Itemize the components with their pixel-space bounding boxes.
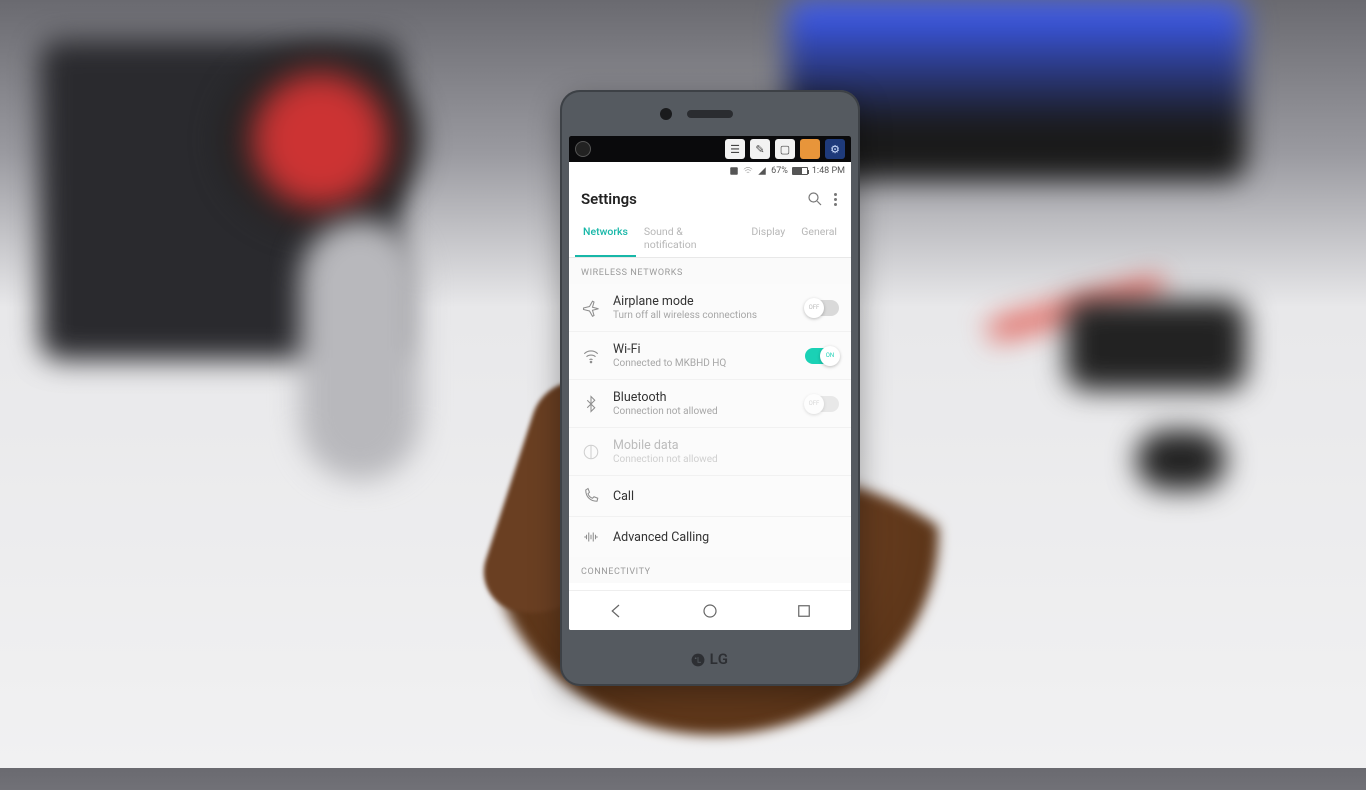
tab-display[interactable]: Display — [743, 218, 793, 257]
phone-brand-logo: LG — [560, 650, 860, 668]
secondary-display: ☰ ✎ ▢ ⚙ — [569, 136, 851, 162]
status-bar: 67% 1:48 PM — [569, 162, 851, 180]
row-mobile-data[interactable]: Mobile data Connection not allowed — [569, 428, 851, 476]
battery-icon — [792, 167, 808, 175]
nav-back-icon[interactable] — [607, 602, 625, 620]
bluetooth-sub: Connection not allowed — [613, 406, 793, 417]
nfc-icon — [729, 166, 739, 176]
airplane-label: Airplane mode — [613, 294, 793, 309]
wifi-toggle[interactable]: ON — [805, 348, 839, 364]
android-nav-bar — [569, 590, 851, 630]
row-bluetooth[interactable]: Bluetooth Connection not allowed OFF — [569, 380, 851, 428]
earpiece — [687, 110, 733, 118]
battery-percent: 67% — [771, 166, 788, 176]
advanced-calling-label: Advanced Calling — [613, 530, 839, 545]
front-camera-icon — [575, 141, 591, 157]
row-airplane-mode[interactable]: Airplane mode Turn off all wireless conn… — [569, 284, 851, 332]
bg-small-item — [1136, 430, 1226, 490]
bg-desk-phone — [1066, 300, 1246, 390]
bg-headphones — [220, 50, 420, 230]
signal-icon — [757, 166, 767, 176]
bluetooth-label: Bluetooth — [613, 390, 793, 405]
overflow-menu-icon[interactable] — [832, 193, 839, 206]
phone-frame: ☰ ✎ ▢ ⚙ 67% 1:48 PM Settings Networks So… — [560, 90, 860, 686]
phone-screen: ☰ ✎ ▢ ⚙ 67% 1:48 PM Settings Networks So… — [569, 136, 851, 630]
mobile-data-sub: Connection not allowed — [613, 454, 839, 465]
wifi-icon — [581, 346, 601, 366]
tab-sound-notification[interactable]: Sound & notification — [636, 218, 743, 257]
app-shortcut-2[interactable]: ✎ — [750, 139, 770, 159]
nav-recent-icon[interactable] — [795, 602, 813, 620]
bluetooth-icon — [581, 394, 601, 414]
row-advanced-calling[interactable]: Advanced Calling — [569, 517, 851, 557]
nav-home-icon[interactable] — [701, 602, 719, 620]
status-time: 1:48 PM — [812, 166, 845, 176]
airplane-icon — [581, 298, 601, 318]
front-sensor — [660, 108, 672, 120]
mobile-data-label: Mobile data — [613, 438, 839, 453]
row-wifi[interactable]: Wi-Fi Connected to MKBHD HQ ON — [569, 332, 851, 380]
search-icon[interactable] — [806, 190, 824, 208]
wifi-status-icon — [743, 166, 753, 176]
bg-stand — [300, 220, 420, 480]
settings-tabs: Networks Sound & notification Display Ge… — [569, 218, 851, 258]
call-icon — [581, 486, 601, 506]
airplane-sub: Turn off all wireless connections — [613, 310, 793, 321]
call-label: Call — [613, 489, 839, 504]
app-shortcut-4[interactable] — [800, 139, 820, 159]
section-header-wireless: WIRELESS NETWORKS — [569, 258, 851, 284]
wifi-sub: Connected to MKBHD HQ — [613, 358, 793, 369]
section-header-connectivity: CONNECTIVITY — [569, 557, 851, 583]
app-shortcut-3[interactable]: ▢ — [775, 139, 795, 159]
app-shortcut-settings[interactable]: ⚙ — [825, 139, 845, 159]
row-call[interactable]: Call — [569, 476, 851, 517]
airplane-toggle[interactable]: OFF — [805, 300, 839, 316]
wifi-label: Wi-Fi — [613, 342, 793, 357]
wireless-networks-list: Airplane mode Turn off all wireless conn… — [569, 284, 851, 557]
mobile-data-icon — [581, 442, 601, 462]
page-title: Settings — [581, 190, 798, 208]
bluetooth-toggle[interactable]: OFF — [805, 396, 839, 412]
advanced-calling-icon — [581, 527, 601, 547]
tab-general[interactable]: General — [793, 218, 845, 257]
app-shortcut-1[interactable]: ☰ — [725, 139, 745, 159]
tab-networks[interactable]: Networks — [575, 218, 636, 257]
app-title-bar: Settings — [569, 180, 851, 218]
